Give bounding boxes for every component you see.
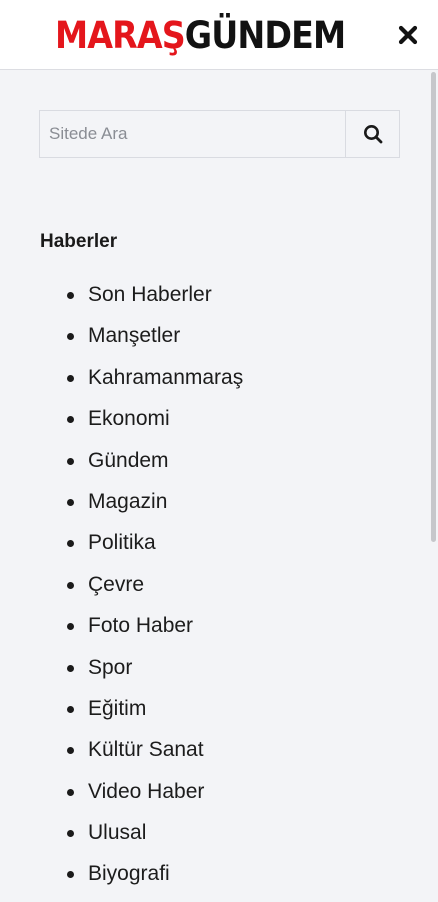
- search-button[interactable]: [345, 111, 399, 157]
- menu-item-son-haberler[interactable]: Son Haberler: [0, 281, 300, 322]
- logo-text-black: GÜNDEM: [184, 14, 346, 57]
- bullet-icon: [67, 416, 74, 424]
- logo-text-red: MARAŞ: [55, 14, 186, 57]
- menu-item-label: Video Haber: [88, 779, 205, 803]
- category-list: Son Haberler Manşetler Kahramanmaraş Eko…: [0, 281, 300, 902]
- menu-item-label: Ulusal: [88, 821, 147, 845]
- close-icon: [398, 25, 418, 45]
- bullet-icon: [67, 498, 74, 506]
- bullet-icon: [67, 871, 74, 879]
- menu-item-cevre[interactable]: Çevre: [0, 571, 300, 612]
- menu-item-biyografi[interactable]: Biyografi: [0, 860, 300, 901]
- menu-item-label: Çevre: [88, 572, 145, 596]
- menu-item-label: Ekonomi: [88, 407, 170, 431]
- search-input[interactable]: [40, 111, 345, 157]
- menu-item-kultur-sanat[interactable]: Kültür Sanat: [0, 736, 300, 777]
- bullet-icon: [67, 747, 74, 755]
- bullet-icon: [67, 830, 74, 838]
- header: MARAŞGÜNDEM: [0, 0, 438, 70]
- search-icon: [363, 125, 382, 144]
- bullet-icon: [67, 705, 74, 713]
- bullet-icon: [67, 664, 74, 672]
- menu-item-label: Kahramanmaraş: [88, 365, 244, 389]
- close-menu-button[interactable]: [394, 20, 424, 50]
- menu-item-label: Manşetler: [88, 324, 181, 348]
- bullet-icon: [67, 457, 74, 465]
- menu-item-ulusal[interactable]: Ulusal: [0, 819, 300, 860]
- bullet-icon: [67, 540, 74, 548]
- menu-item-magazin[interactable]: Magazin: [0, 488, 300, 529]
- bullet-icon: [67, 788, 74, 796]
- menu-item-label: Kültür Sanat: [88, 738, 204, 762]
- site-logo[interactable]: MARAŞGÜNDEM: [55, 14, 346, 58]
- menu-item-video-haber[interactable]: Video Haber: [0, 778, 300, 819]
- bullet-icon: [67, 623, 74, 631]
- menu-item-label: Gündem: [88, 448, 169, 472]
- menu-item-label: Biyografi: [88, 862, 170, 886]
- scrollbar-thumb[interactable]: [431, 72, 436, 542]
- section-title-haberler: Haberler: [40, 231, 118, 252]
- menu-item-mansetler[interactable]: Manşetler: [0, 322, 300, 363]
- menu-item-label: Foto Haber: [88, 614, 194, 638]
- menu-item-label: Magazin: [88, 489, 168, 513]
- bullet-icon: [67, 581, 74, 589]
- menu-item-kahramanmaras[interactable]: Kahramanmaraş: [0, 364, 300, 405]
- menu-item-label: Eğitim: [88, 696, 147, 720]
- bullet-icon: [67, 333, 74, 341]
- bullet-icon: [67, 374, 74, 382]
- menu-item-egitim[interactable]: Eğitim: [0, 695, 300, 736]
- bullet-icon: [67, 292, 74, 299]
- menu-item-label: Son Haberler: [88, 283, 212, 306]
- menu-item-politika[interactable]: Politika: [0, 529, 300, 570]
- menu-item-foto-haber[interactable]: Foto Haber: [0, 612, 300, 653]
- menu-item-spor[interactable]: Spor: [0, 654, 300, 695]
- menu-item-label: Spor: [88, 655, 133, 679]
- menu-item-gundem[interactable]: Gündem: [0, 447, 300, 488]
- menu-item-ekonomi[interactable]: Ekonomi: [0, 405, 300, 446]
- search-form: [39, 110, 400, 158]
- menu-item-label: Politika: [88, 531, 156, 555]
